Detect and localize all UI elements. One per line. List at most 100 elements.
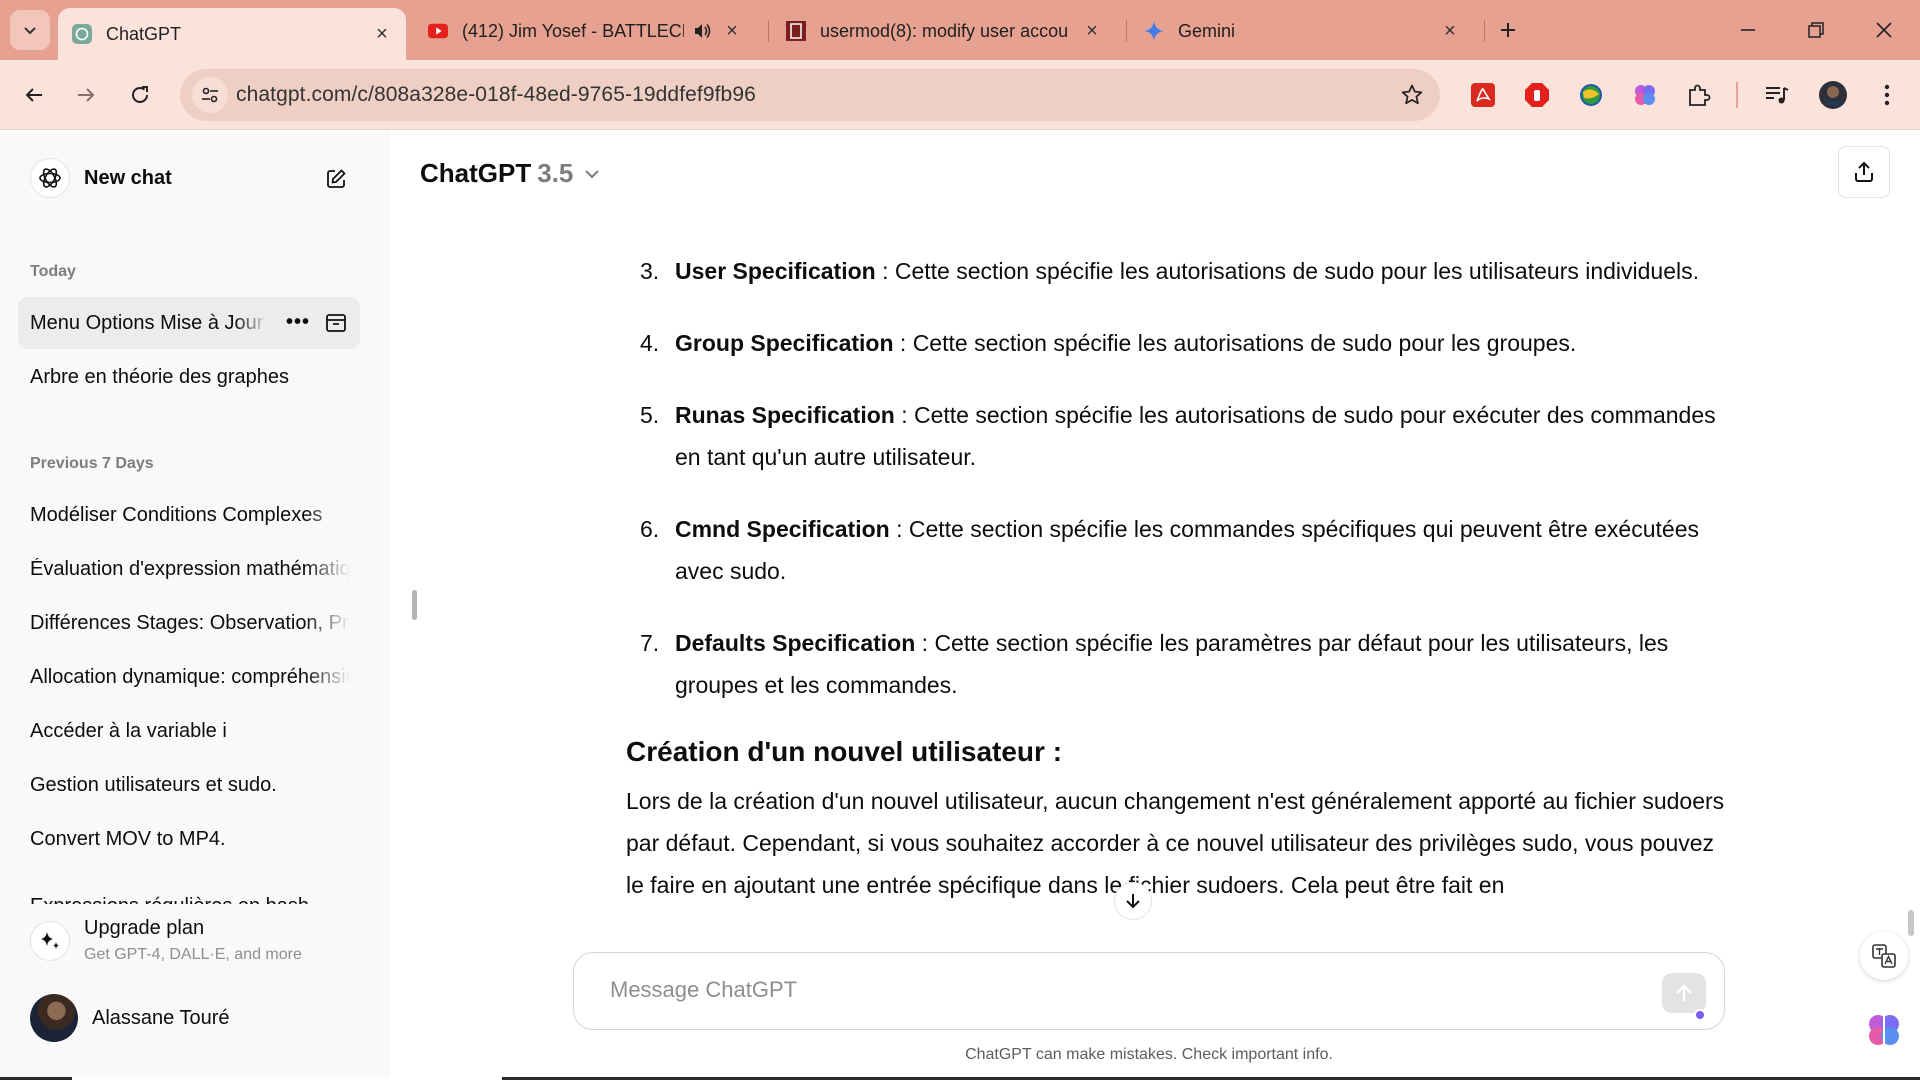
openai-logo-icon — [30, 158, 70, 198]
speaker-icon[interactable] — [692, 21, 712, 41]
list-term: Group Specification — [675, 330, 894, 356]
list-number: 4. — [640, 330, 660, 356]
brain-icon — [1635, 85, 1655, 105]
site-info-button[interactable] — [192, 77, 228, 113]
list-number: 3. — [640, 258, 660, 284]
list-item: 4. Group Specification : Cette section s… — [626, 322, 1726, 364]
translate-button[interactable] — [1860, 932, 1908, 980]
profile-avatar-icon — [1819, 81, 1847, 109]
history-item[interactable]: Gestion utilisateurs et sudo. — [18, 759, 360, 811]
history-item-label: Allocation dynamique: compréhension — [30, 665, 350, 688]
restore-icon — [1808, 22, 1824, 38]
media-control-button[interactable] — [1762, 80, 1792, 110]
tab-separator — [1126, 20, 1127, 42]
message-input-placeholder[interactable]: Message ChatGPT — [610, 977, 797, 1003]
pdf-icon — [1471, 83, 1495, 107]
history-item[interactable]: Menu Options Mise à Jour ••• — [18, 297, 360, 349]
assistant-message: 3. User Specification : Cette section sp… — [626, 250, 1726, 950]
tab-search-button[interactable] — [10, 10, 50, 50]
history-item[interactable]: Allocation dynamique: compréhension — [18, 651, 360, 703]
history-item[interactable]: Modéliser Conditions Complexes — [18, 489, 360, 541]
list-text: : Cette section spécifie les autorisatio… — [893, 330, 1577, 356]
chevron-down-icon — [24, 27, 36, 35]
tab-chatgpt[interactable]: ChatGPT × — [58, 8, 406, 60]
sidebar: New chat Today Menu Options Mise à Jour … — [0, 131, 390, 1080]
minimize-button[interactable] — [1728, 10, 1768, 50]
profile-button[interactable] — [1818, 80, 1848, 110]
tab-usermod[interactable]: usermod(8): modify user accou × — [772, 8, 1116, 54]
disclaimer-text: ChatGPT can make mistakes. Check importa… — [965, 1046, 1333, 1063]
browser-toolbar: chatgpt.com/c/808a328e-018f-48ed-9765-19… — [0, 60, 1920, 130]
new-chat-button[interactable]: New chat — [18, 153, 358, 203]
upgrade-title: Upgrade plan — [84, 917, 205, 939]
archive-icon[interactable] — [324, 311, 348, 335]
close-tab-icon[interactable]: × — [372, 23, 392, 45]
paragraph: Lors de la création d'un nouvel utilisat… — [626, 788, 1725, 898]
pdf-extension-button[interactable] — [1468, 80, 1498, 110]
history-item[interactable]: Convert MOV to MP4. — [18, 813, 360, 865]
message-composer[interactable]: Message ChatGPT — [573, 952, 1725, 1030]
puzzle-icon — [1689, 84, 1711, 106]
tab-youtube[interactable]: (412) Jim Yosef - BATTLECRY × — [414, 8, 758, 54]
history-item-label: Évaluation d'expression mathématique — [30, 557, 350, 580]
close-tab-icon[interactable]: × — [722, 20, 742, 42]
sparkles-icon — [30, 921, 70, 961]
list-term: Cmnd Specification — [675, 516, 890, 542]
close-window-button[interactable] — [1864, 10, 1904, 50]
restore-button[interactable] — [1796, 10, 1836, 50]
close-tab-icon[interactable]: × — [1440, 20, 1460, 42]
new-tab-button[interactable] — [1488, 10, 1528, 50]
list-number: 7. — [640, 630, 660, 656]
brain-icon — [1869, 1015, 1899, 1045]
tab-gemini[interactable]: Gemini × — [1130, 8, 1474, 54]
upgrade-plan-button[interactable]: Upgrade plan Get GPT-4, DALL·E, and more — [18, 909, 360, 973]
list-number: 6. — [640, 516, 660, 542]
history-item-label: Convert MOV to MP4. — [30, 827, 226, 850]
translate-icon — [1872, 944, 1896, 968]
url-text[interactable]: chatgpt.com/c/808a328e-018f-48ed-9765-19… — [236, 83, 756, 107]
more-options-icon[interactable]: ••• — [286, 311, 310, 334]
page-scrollbar[interactable] — [1908, 910, 1914, 936]
reload-button[interactable] — [118, 73, 162, 117]
manpage-icon — [786, 21, 806, 41]
scroll-to-bottom-button[interactable] — [1114, 882, 1152, 920]
minimize-icon — [1741, 29, 1755, 31]
history-item-label: Menu Options Mise à Jour — [30, 311, 264, 334]
tab-separator — [1484, 20, 1485, 42]
address-bar[interactable]: chatgpt.com/c/808a328e-018f-48ed-9765-19… — [180, 69, 1440, 121]
reload-icon — [132, 86, 148, 103]
arrow-left-icon — [25, 88, 42, 102]
model-version: 3.5 — [537, 158, 574, 188]
model-selector[interactable]: ChatGPT 3.5 — [420, 158, 603, 189]
chatgpt-icon — [72, 24, 92, 44]
close-icon — [1876, 22, 1892, 38]
globe-icon — [1580, 84, 1602, 106]
compose-icon[interactable] — [322, 165, 350, 193]
assistant-extension-button[interactable] — [1860, 1006, 1908, 1054]
browser-menu-button[interactable] — [1872, 80, 1902, 110]
history-item[interactable]: Expressions régulières en bash — [18, 880, 360, 905]
arrow-up-icon — [1676, 984, 1692, 1001]
bookmark-star-button[interactable] — [1398, 81, 1426, 109]
history-item[interactable]: Arbre en théorie des graphes — [18, 351, 360, 403]
forward-button[interactable] — [64, 73, 108, 117]
history-item[interactable]: Évaluation d'expression mathématique — [18, 543, 360, 595]
share-button[interactable] — [1838, 146, 1890, 198]
sidebar-resize-handle[interactable] — [412, 590, 417, 620]
list-item: 7. Defaults Specification : Cette sectio… — [626, 622, 1726, 706]
section-heading: Création d'un nouvel utilisateur : — [626, 736, 1063, 767]
send-button[interactable] — [1662, 973, 1706, 1013]
list-item: 5. Runas Specification : Cette section s… — [626, 394, 1726, 478]
tab-title: usermod(8): modify user accou — [820, 20, 1069, 41]
history-item[interactable]: Différences Stages: Observation, Pratiqu… — [18, 597, 360, 649]
history-item[interactable]: Accéder à la variable i — [18, 705, 360, 757]
chevron-down-icon — [583, 164, 603, 184]
globe-extension-button[interactable] — [1576, 80, 1606, 110]
extensions-button[interactable] — [1684, 80, 1714, 110]
user-menu-button[interactable]: Alassane Touré — [18, 988, 360, 1048]
brain-extension-button[interactable] — [1630, 80, 1660, 110]
close-tab-icon[interactable]: × — [1082, 20, 1102, 42]
back-button[interactable] — [12, 73, 56, 117]
playlist-music-icon — [1766, 87, 1789, 104]
adblock-extension-button[interactable] — [1522, 80, 1552, 110]
